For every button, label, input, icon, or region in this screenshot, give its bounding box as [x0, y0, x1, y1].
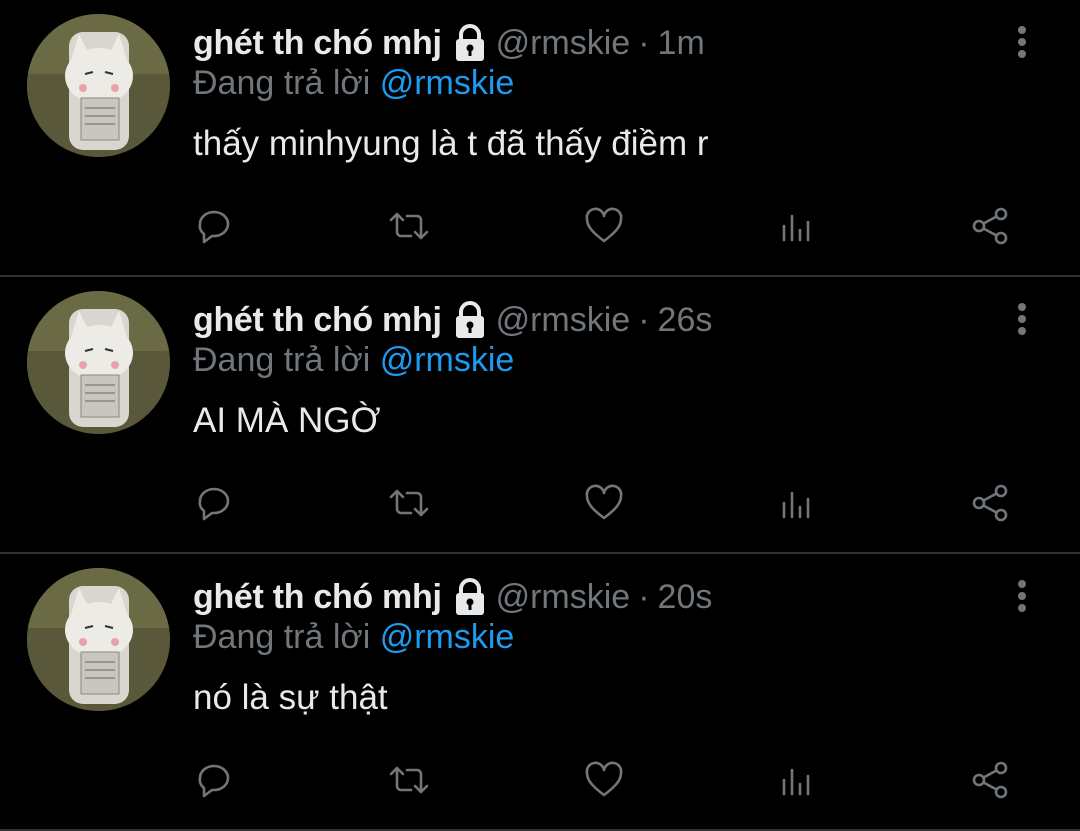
replying-to-label: Đang trả lời [193, 64, 371, 102]
reply-icon [198, 764, 230, 798]
like-button[interactable] [580, 202, 628, 250]
retweet-button[interactable] [385, 479, 433, 527]
share-icon [972, 207, 1008, 245]
action-bar [0, 756, 1080, 804]
reply-icon [198, 487, 230, 521]
handle[interactable]: @rmskie [496, 301, 631, 340]
retweet-icon [389, 489, 429, 517]
handle[interactable]: @rmskie [496, 24, 631, 63]
mention-link[interactable]: @rmskie [380, 618, 515, 656]
replying-to-label: Đang trả lời [193, 341, 371, 379]
heart-icon [585, 484, 623, 520]
separator-dot: · [638, 23, 650, 62]
retweet-button[interactable] [385, 756, 433, 804]
more-vertical-icon[interactable] [1004, 299, 1040, 339]
handle[interactable]: @rmskie [496, 578, 631, 617]
mention-link[interactable]: @rmskie [380, 341, 515, 379]
tweet-text: AI MÀ NGỜ [193, 401, 381, 440]
more-vertical-icon[interactable] [1004, 576, 1040, 616]
replying-to-label: Đang trả lời [193, 618, 371, 656]
analytics-button[interactable] [773, 202, 821, 250]
reply-button[interactable] [190, 202, 238, 250]
tweet[interactable]: ghét th chó mhj @rmskie · 20s Đang trả l… [0, 554, 1080, 831]
lock-icon [455, 578, 484, 615]
tweet-header: ghét th chó mhj @rmskie · 26s [193, 297, 712, 343]
display-name[interactable]: ghét th chó mhj [193, 24, 442, 63]
action-bar [0, 202, 1080, 250]
share-icon [972, 761, 1008, 799]
analytics-button[interactable] [773, 756, 821, 804]
retweet-button[interactable] [385, 202, 433, 250]
separator-dot: · [638, 577, 650, 616]
display-name[interactable]: ghét th chó mhj [193, 301, 442, 340]
avatar[interactable] [27, 568, 170, 711]
like-button[interactable] [580, 756, 628, 804]
separator-dot: · [638, 300, 650, 339]
display-name[interactable]: ghét th chó mhj [193, 578, 442, 617]
like-button[interactable] [580, 479, 628, 527]
replying-to: Đang trả lời @rmskie [193, 618, 514, 657]
analytics-button[interactable] [773, 479, 821, 527]
share-button[interactable] [966, 756, 1014, 804]
lock-icon [455, 24, 484, 61]
replying-to: Đang trả lời @rmskie [193, 64, 514, 103]
replying-to: Đang trả lời @rmskie [193, 341, 514, 380]
analytics-icon [782, 491, 810, 519]
retweet-icon [389, 766, 429, 794]
heart-icon [585, 761, 623, 797]
reply-button[interactable] [190, 756, 238, 804]
avatar[interactable] [27, 291, 170, 434]
analytics-icon [782, 214, 810, 242]
avatar[interactable] [27, 14, 170, 157]
reply-button[interactable] [190, 479, 238, 527]
lock-icon [455, 301, 484, 338]
timestamp[interactable]: 20s [658, 578, 713, 617]
timestamp[interactable]: 26s [658, 301, 713, 340]
share-button[interactable] [966, 479, 1014, 527]
tweet[interactable]: ghét th chó mhj @rmskie · 26s Đang trả l… [0, 277, 1080, 554]
action-bar [0, 479, 1080, 527]
heart-icon [585, 207, 623, 243]
tweet-header: ghét th chó mhj @rmskie · 20s [193, 574, 712, 620]
tweet[interactable]: ghét th chó mhj @rmskie · 1m Đang trả lờ… [0, 0, 1080, 277]
analytics-icon [782, 768, 810, 796]
tweet-text: nó là sự thật [193, 678, 388, 717]
timestamp[interactable]: 1m [658, 24, 705, 63]
tweet-header: ghét th chó mhj @rmskie · 1m [193, 20, 705, 66]
reply-icon [198, 210, 230, 244]
share-icon [972, 484, 1008, 522]
retweet-icon [389, 212, 429, 240]
tweet-text: thấy minhyung là t đã thấy điềm r [193, 124, 709, 163]
mention-link[interactable]: @rmskie [380, 64, 515, 102]
more-vertical-icon[interactable] [1004, 22, 1040, 62]
share-button[interactable] [966, 202, 1014, 250]
